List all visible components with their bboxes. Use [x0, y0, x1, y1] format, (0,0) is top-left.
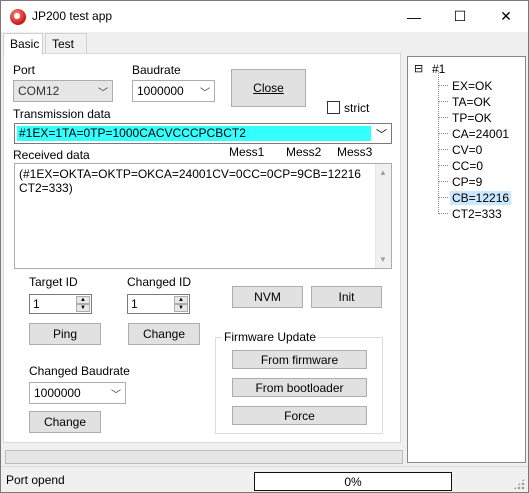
tree-connector	[438, 167, 448, 182]
chevron-down-icon: ﹀	[200, 88, 210, 99]
nvm-button[interactable]: NVM	[232, 286, 303, 308]
change-id-button[interactable]: Change	[128, 323, 200, 345]
scroll-up-icon[interactable]: ▲	[379, 168, 387, 177]
basic-panel: Port COM12 ﹀ Baudrate 1000000 ﹀ Close st…	[3, 53, 401, 443]
change-baudrate-button[interactable]: Change	[29, 411, 101, 433]
tree-connector	[438, 135, 448, 150]
horizontal-strip	[5, 450, 403, 464]
tree-connector	[438, 103, 448, 118]
tab-basic[interactable]: Basic	[3, 33, 43, 55]
app-window: JP200 test app — ☐ ✕ Basic Test Port COM…	[0, 0, 529, 493]
chevron-down-icon: ﹀	[111, 390, 121, 401]
port-value: COM12	[18, 84, 60, 98]
tree-connector	[438, 199, 448, 214]
tree-connector	[438, 119, 448, 134]
ping-button[interactable]: Ping	[29, 323, 101, 345]
received-scrollbar[interactable]: ▲ ▼	[375, 164, 391, 268]
chevron-down-icon: ﹀	[98, 88, 108, 99]
maximize-button[interactable]: ☐	[437, 1, 483, 32]
stepper-up-icon[interactable]: ▲	[174, 296, 188, 304]
resize-grip-icon[interactable]	[513, 478, 525, 490]
baudrate-value: 1000000	[137, 84, 184, 98]
tree-node[interactable]: TP=OK	[450, 111, 494, 125]
mess1-label: Mess1	[229, 145, 265, 159]
port-select[interactable]: COM12 ﹀	[13, 80, 113, 102]
received-textarea[interactable]: (#1EX=OKTA=OKTP=OKCA=24001CV=0CC=0CP=9CB…	[14, 163, 392, 269]
stepper-up-icon[interactable]: ▲	[76, 296, 90, 304]
tree-node[interactable]: EX=OK	[450, 79, 494, 93]
received-text: (#1EX=OKTA=OKTP=OKCA=24001CV=0CC=0CP=9CB…	[19, 167, 361, 195]
target-id-value: 1	[33, 297, 40, 311]
tree-connector	[438, 183, 448, 198]
force-button[interactable]: Force	[232, 406, 367, 425]
response-tree[interactable]: ⊟ #1 EX=OK TA=OK TP=OK CA=24001 CV=0 CC=0 CP=9…	[407, 56, 526, 463]
tree-node[interactable]: CA=24001	[450, 127, 511, 141]
baudrate-label: Baudrate	[132, 63, 181, 77]
strict-label: strict	[344, 101, 370, 115]
received-label: Received data	[13, 148, 90, 162]
chevron-down-icon[interactable]: ﹀	[376, 126, 387, 142]
collapse-icon[interactable]: ⊟	[414, 62, 423, 75]
target-id-stepper[interactable]: 1 ▲ ▼	[29, 294, 92, 314]
changed-id-label: Changed ID	[127, 275, 192, 289]
changed-id-value: 1	[131, 297, 138, 311]
port-label: Port	[13, 63, 36, 77]
progress-text: 0%	[344, 474, 362, 489]
close-window-button[interactable]: ✕	[483, 1, 529, 32]
strict-checkbox[interactable]	[327, 101, 340, 114]
tree-node[interactable]: CT2=333	[450, 207, 504, 221]
app-icon	[10, 9, 26, 25]
tab-test[interactable]: Test	[45, 33, 87, 54]
stepper-down-icon[interactable]: ▼	[174, 304, 188, 312]
tree-node[interactable]: TA=OK	[450, 95, 493, 109]
tree-connector	[438, 151, 448, 166]
status-text: Port opend	[6, 473, 65, 487]
baudrate-select[interactable]: 1000000 ﹀	[132, 80, 215, 102]
tree-node[interactable]: CC=0	[450, 159, 485, 173]
init-button[interactable]: Init	[311, 286, 382, 308]
from-firmware-button[interactable]: From firmware	[232, 350, 367, 369]
close-port-button[interactable]: Close	[231, 69, 306, 107]
stepper-down-icon[interactable]: ▼	[76, 304, 90, 312]
from-bootloader-button[interactable]: From bootloader	[232, 378, 367, 397]
tree-connector	[438, 71, 448, 86]
window-title: JP200 test app	[32, 9, 113, 23]
progress-bar: 0%	[254, 472, 452, 491]
title-bar: JP200 test app — ☐ ✕	[1, 1, 528, 32]
mess3-label: Mess3	[337, 145, 373, 159]
transmission-label: Transmission data	[13, 107, 111, 121]
tree-node[interactable]: CV=0	[450, 143, 484, 157]
target-id-label: Target ID	[29, 275, 78, 289]
scroll-down-icon[interactable]: ▼	[379, 255, 387, 264]
changed-baudrate-value: 1000000	[34, 386, 81, 400]
mess2-label: Mess2	[286, 145, 322, 159]
transmission-value: #1EX=1TA=0TP=1000CACVCCCPCBCT2	[17, 126, 371, 141]
minimize-button[interactable]: —	[391, 1, 437, 32]
changed-id-stepper[interactable]: 1 ▲ ▼	[127, 294, 190, 314]
tree-connector	[438, 87, 448, 102]
tree-node[interactable]: CP=9	[450, 175, 484, 189]
tree-node[interactable]: CB=12216	[450, 191, 512, 205]
firmware-group-title: Firmware Update	[222, 330, 319, 344]
changed-baudrate-label: Changed Baudrate	[29, 364, 130, 378]
status-bar: Port opend 0%	[1, 466, 528, 492]
changed-baudrate-select[interactable]: 1000000 ﹀	[29, 382, 126, 404]
transmission-input[interactable]: #1EX=1TA=0TP=1000CACVCCCPCBCT2 ﹀	[14, 123, 392, 144]
